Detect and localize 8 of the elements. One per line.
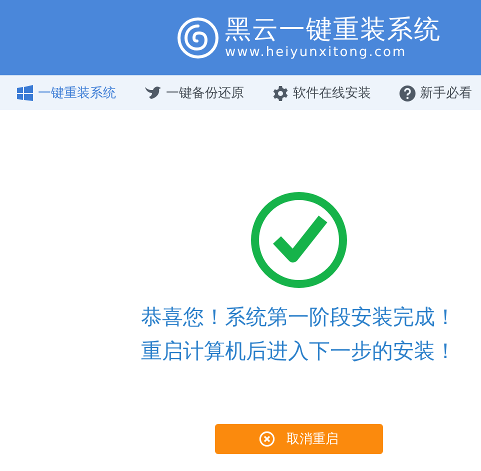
website-url: www.heiyunxitong.com (225, 44, 407, 60)
nav-tab[interactable]: 一键备份还原 (144, 84, 244, 102)
nav-tab[interactable]: 一键重装系统 (16, 84, 116, 102)
success-message: 重启计算机后进入下一步的安装！ (141, 338, 456, 364)
nav-tab[interactable]: 新手必看 (399, 84, 472, 102)
app-title: 黑云一键重装系统 (225, 14, 441, 44)
nav-tab[interactable]: 软件在线安装 (272, 84, 371, 102)
success-message: 恭喜您！系统第一阶段安装完成！ (141, 304, 456, 330)
